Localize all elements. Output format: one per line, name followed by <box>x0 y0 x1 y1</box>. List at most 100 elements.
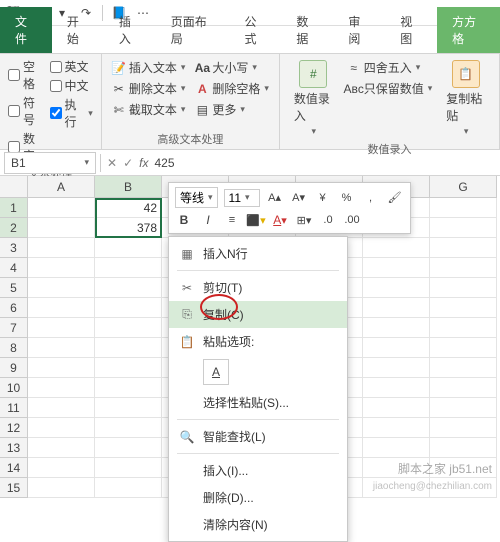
cell-G9[interactable] <box>430 358 497 378</box>
btn-number-entry[interactable]: # 数值录入▾ <box>288 58 339 139</box>
tab-fangfangge[interactable]: 方方格 <box>437 7 500 53</box>
cell-G12[interactable] <box>430 418 497 438</box>
cell-B5[interactable] <box>95 278 162 298</box>
row-header-15[interactable]: 15 <box>0 478 28 498</box>
ctx-insert[interactable]: 插入(I)... <box>169 457 347 484</box>
cell-A12[interactable] <box>28 418 95 438</box>
cell-G11[interactable] <box>430 398 497 418</box>
tab-view[interactable]: 视图 <box>385 7 437 53</box>
tab-home[interactable]: 开始 <box>52 7 104 53</box>
cell-F10[interactable] <box>363 378 430 398</box>
cell-A11[interactable] <box>28 398 95 418</box>
chk-space[interactable]: 空格 <box>8 58 44 92</box>
row-header-11[interactable]: 11 <box>0 398 28 418</box>
bold-icon[interactable]: B <box>175 211 193 229</box>
cell-F9[interactable] <box>363 358 430 378</box>
row-header-12[interactable]: 12 <box>0 418 28 438</box>
border-icon[interactable]: ⊞▾ <box>295 211 313 229</box>
decrease-decimal-icon[interactable]: .0 <box>319 211 337 229</box>
col-header-A[interactable]: A <box>28 176 95 198</box>
align-icon[interactable]: ≡ <box>223 211 241 229</box>
cell-F13[interactable] <box>363 438 430 458</box>
ctx-clear[interactable]: 清除内容(N) <box>169 511 347 538</box>
btn-case[interactable]: Aa大小写▾ <box>193 58 271 77</box>
cell-G6[interactable] <box>430 298 497 318</box>
btn-delete-space[interactable]: A删除空格▾ <box>193 79 271 98</box>
ctx-cut[interactable]: ✂剪切(T) <box>169 274 347 301</box>
cell-G3[interactable] <box>430 238 497 258</box>
cell-B2[interactable]: 378 <box>95 218 162 238</box>
cell-G8[interactable] <box>430 338 497 358</box>
cell-F11[interactable] <box>363 398 430 418</box>
tab-data[interactable]: 数据 <box>281 7 333 53</box>
chk-execute[interactable]: 执行▾ <box>50 96 93 130</box>
cell-B10[interactable] <box>95 378 162 398</box>
tab-layout[interactable]: 页面布局 <box>156 7 230 53</box>
row-header-7[interactable]: 7 <box>0 318 28 338</box>
cell-F5[interactable] <box>363 278 430 298</box>
cell-F3[interactable] <box>363 238 430 258</box>
row-header-8[interactable]: 8 <box>0 338 28 358</box>
ctx-delete[interactable]: 删除(D)... <box>169 484 347 511</box>
ctx-insert-n-rows[interactable]: ▦插入N行 <box>169 240 347 267</box>
font-select[interactable]: 等线▾ <box>175 187 218 208</box>
col-header-B[interactable]: B <box>95 176 162 198</box>
ctx-smart-find[interactable]: 🔍智能查找(L) <box>169 423 347 450</box>
col-header-G[interactable]: G <box>430 176 497 198</box>
comma-icon[interactable]: , <box>362 189 380 207</box>
cell-B15[interactable] <box>95 478 162 498</box>
cell-A10[interactable] <box>28 378 95 398</box>
cell-B7[interactable] <box>95 318 162 338</box>
cell-A9[interactable] <box>28 358 95 378</box>
accept-icon[interactable]: ✓ <box>123 156 133 170</box>
increase-font-icon[interactable]: A▴ <box>266 189 284 207</box>
cell-G1[interactable] <box>430 198 497 218</box>
tab-formula[interactable]: 公式 <box>230 7 282 53</box>
cell-B11[interactable] <box>95 398 162 418</box>
tab-file[interactable]: 文件 <box>0 7 52 53</box>
row-header-3[interactable]: 3 <box>0 238 28 258</box>
select-all-corner[interactable] <box>0 176 28 198</box>
chevron-down-icon[interactable]: ▾ <box>84 157 89 168</box>
name-box[interactable]: B1▾ <box>4 152 96 174</box>
cell-A15[interactable] <box>28 478 95 498</box>
cell-B14[interactable] <box>95 458 162 478</box>
font-size-select[interactable]: 11▾ <box>224 189 260 207</box>
cell-A2[interactable] <box>28 218 95 238</box>
cell-G7[interactable] <box>430 318 497 338</box>
tab-insert[interactable]: 插入 <box>104 7 156 53</box>
formula-value[interactable]: 425 <box>154 156 174 170</box>
cell-F12[interactable] <box>363 418 430 438</box>
decrease-font-icon[interactable]: A▾ <box>290 189 308 207</box>
cell-F4[interactable] <box>363 258 430 278</box>
btn-copy-paste[interactable]: 📋 复制粘贴▾ <box>440 58 491 139</box>
cell-B12[interactable] <box>95 418 162 438</box>
ctx-paste-special[interactable]: 选择性粘贴(S)... <box>169 389 347 416</box>
cell-A8[interactable] <box>28 338 95 358</box>
cell-A1[interactable] <box>28 198 95 218</box>
percent-icon[interactable]: % <box>338 189 356 207</box>
cell-B13[interactable] <box>95 438 162 458</box>
cell-A7[interactable] <box>28 318 95 338</box>
cell-B3[interactable] <box>95 238 162 258</box>
cell-G5[interactable] <box>430 278 497 298</box>
cell-G2[interactable] <box>430 218 497 238</box>
row-header-1[interactable]: 1 <box>0 198 28 218</box>
italic-icon[interactable]: I <box>199 211 217 229</box>
cell-B6[interactable] <box>95 298 162 318</box>
btn-round[interactable]: ≈四舍五入▾ <box>345 58 435 77</box>
chk-english[interactable]: 英文 <box>50 58 93 75</box>
row-header-9[interactable]: 9 <box>0 358 28 378</box>
cell-A14[interactable] <box>28 458 95 478</box>
cancel-icon[interactable]: ✕ <box>107 156 117 170</box>
fx-icon[interactable]: fx <box>139 156 148 170</box>
cell-A6[interactable] <box>28 298 95 318</box>
cell-B9[interactable] <box>95 358 162 378</box>
font-color-icon[interactable]: A▾ <box>271 211 289 229</box>
row-header-2[interactable]: 2 <box>0 218 28 238</box>
cell-A4[interactable] <box>28 258 95 278</box>
btn-more[interactable]: ▤更多▾ <box>193 100 271 119</box>
chk-symbol[interactable]: 符号 <box>8 94 44 128</box>
row-header-14[interactable]: 14 <box>0 458 28 478</box>
btn-delete-text[interactable]: ✂删除文本▾ <box>110 79 188 98</box>
